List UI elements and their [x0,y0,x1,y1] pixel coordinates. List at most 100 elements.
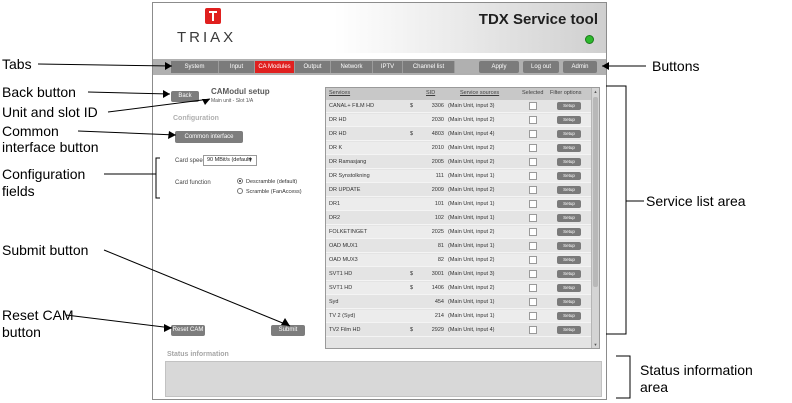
setup-button[interactable]: Setup [557,270,581,278]
service-list-area: Services SID Service sources Selected Fi… [325,87,600,349]
setup-button[interactable]: Setup [557,130,581,138]
selected-checkbox[interactable] [529,200,537,208]
reset-cam-button[interactable]: Reset CAM [171,325,205,336]
card-function-label: Card function [175,180,211,186]
service-source: (Main Unit, input 3) [448,271,495,277]
setup-button[interactable]: Setup [557,116,581,124]
column-header-service-sources[interactable]: Service sources [460,90,499,96]
table-row[interactable]: OAD MUX3 82 (Main Unit, input 2) Setup [326,254,592,267]
common-interface-button[interactable]: Common interface [175,131,243,143]
card-function-option-scramble[interactable]: Scramble (FanAccess) [237,188,302,195]
service-sid: 2030 [431,117,444,123]
table-row[interactable]: DR1 101 (Main Unit, input 1) Setup [326,198,592,211]
column-header-services[interactable]: Services [329,90,350,96]
setup-button[interactable]: Setup [557,186,581,194]
selected-checkbox[interactable] [529,256,537,264]
radio-unselected-icon[interactable] [237,188,243,194]
service-name: DR HD [329,117,347,123]
selected-checkbox[interactable] [529,172,537,180]
tab-channel-list[interactable]: Channel list [403,61,455,73]
service-sid: 102 [434,215,444,221]
configuration-heading: Configuration [173,115,219,122]
setup-button[interactable]: Setup [557,284,581,292]
setup-button[interactable]: Setup [557,200,581,208]
setup-button[interactable]: Setup [557,228,581,236]
annotation-status-info-line2: area [640,379,669,395]
table-row[interactable]: SVT1 HD $3001 (Main Unit, input 3) Setup [326,268,592,281]
table-row[interactable]: DR K 2010 (Main Unit, input 2) Setup [326,142,592,155]
table-row[interactable]: SVT1 HD $1406 (Main Unit, input 2) Setup [326,282,592,295]
selected-checkbox[interactable] [529,270,537,278]
tab-iptv[interactable]: IPTV [373,61,403,73]
table-row[interactable]: Syd 454 (Main Unit, input 1) Setup [326,296,592,309]
selected-checkbox[interactable] [529,312,537,320]
selected-checkbox[interactable] [529,158,537,166]
selected-checkbox[interactable] [529,242,537,250]
table-row[interactable]: DR Ramasjang 2005 (Main Unit, input 2) Setu… [326,156,592,169]
setup-button[interactable]: Setup [557,172,581,180]
scroll-up-icon[interactable]: ▲ [592,88,599,95]
tab-ca-modules[interactable]: CA Modules [255,61,295,73]
selected-checkbox[interactable] [529,102,537,110]
scroll-down-icon[interactable]: ▼ [592,341,599,348]
admin-button[interactable]: Admin [563,61,597,73]
table-row[interactable]: TV 2 (Syd) 214 (Main Unit, input 1) Setup [326,310,592,323]
table-row[interactable]: OAD MUX1 81 (Main Unit, input 1) Setup [326,240,592,253]
table-row[interactable]: DR HD $4803 (Main Unit, input 4) Setup [326,128,592,141]
service-sid: 81 [437,243,444,249]
table-row[interactable]: CANAL+ FILM HD $3306 (Main Unit, input 3) S… [326,100,592,113]
service-name: DR Synstolkning [329,173,370,179]
tab-output[interactable]: Output [295,61,331,73]
selected-checkbox[interactable] [529,214,537,222]
setup-button[interactable]: Setup [557,312,581,320]
column-header-sid[interactable]: SID [426,90,435,96]
table-row[interactable]: DR HD 2030 (Main Unit, input 2) Setup [326,114,592,127]
service-source: (Main Unit, input 3) [448,103,495,109]
table-row[interactable]: DR2 102 (Main Unit, input 1) Setup [326,212,592,225]
tab-network[interactable]: Network [331,61,373,73]
service-list-scrollbar[interactable]: ▲ ▼ [591,88,599,348]
setup-button[interactable]: Setup [557,144,581,152]
table-row[interactable]: FOLKETINGET 2025 (Main Unit, input 2) Setup [326,226,592,239]
card-speed-select[interactable]: 90 MBit/s (default) ▼ [203,155,257,166]
setup-button[interactable]: Setup [557,102,581,110]
scroll-thumb[interactable] [593,97,598,287]
log-out-button[interactable]: Log out [523,61,559,73]
scrambled-indicator: $ [410,285,414,291]
unit-slot-id: Main unit - Slot 1/A [211,98,254,104]
setup-button[interactable]: Setup [557,242,581,250]
tab-system[interactable]: System [171,61,219,73]
setup-button[interactable]: Setup [557,256,581,264]
setup-button[interactable]: Setup [557,158,581,166]
annotation-tabs: Tabs [2,56,32,72]
service-source: (Main Unit, input 2) [448,285,495,291]
table-row[interactable]: TV2 Film HD $2929 (Main Unit, input 4) Setu… [326,324,592,337]
service-name: DR Ramasjang [329,159,367,165]
selected-checkbox[interactable] [529,116,537,124]
app-header: TRIAX TDX Service tool [153,3,606,53]
tab-input[interactable]: Input [219,61,255,73]
apply-button[interactable]: Apply [479,61,519,73]
scrambled-indicator: $ [410,131,414,137]
setup-button[interactable]: Setup [557,298,581,306]
setup-button[interactable]: Setup [557,326,581,334]
selected-checkbox[interactable] [529,284,537,292]
table-row[interactable]: DR Synstolkning 111 (Main Unit, input 1) Se… [326,170,592,183]
selected-checkbox[interactable] [529,186,537,194]
table-row[interactable]: DR UPDATE 2009 (Main Unit, input 2) Setup [326,184,592,197]
selected-checkbox[interactable] [529,326,537,334]
service-sid: 214 [434,313,444,319]
annotation-service-list-area: Service list area [646,193,746,209]
selected-checkbox[interactable] [529,298,537,306]
service-name: OAD MUX1 [329,243,358,249]
selected-checkbox[interactable] [529,130,537,138]
annotation-config-fields-line2: fields [2,183,35,199]
selected-checkbox[interactable] [529,144,537,152]
card-function-option-descramble[interactable]: Descramble (default) [237,178,297,185]
radio-selected-icon[interactable] [237,178,243,184]
service-name: TV 2 (Syd) [329,313,356,319]
submit-button[interactable]: Submit [271,325,305,336]
selected-checkbox[interactable] [529,228,537,236]
back-button[interactable]: Back [171,91,199,102]
setup-button[interactable]: Setup [557,214,581,222]
